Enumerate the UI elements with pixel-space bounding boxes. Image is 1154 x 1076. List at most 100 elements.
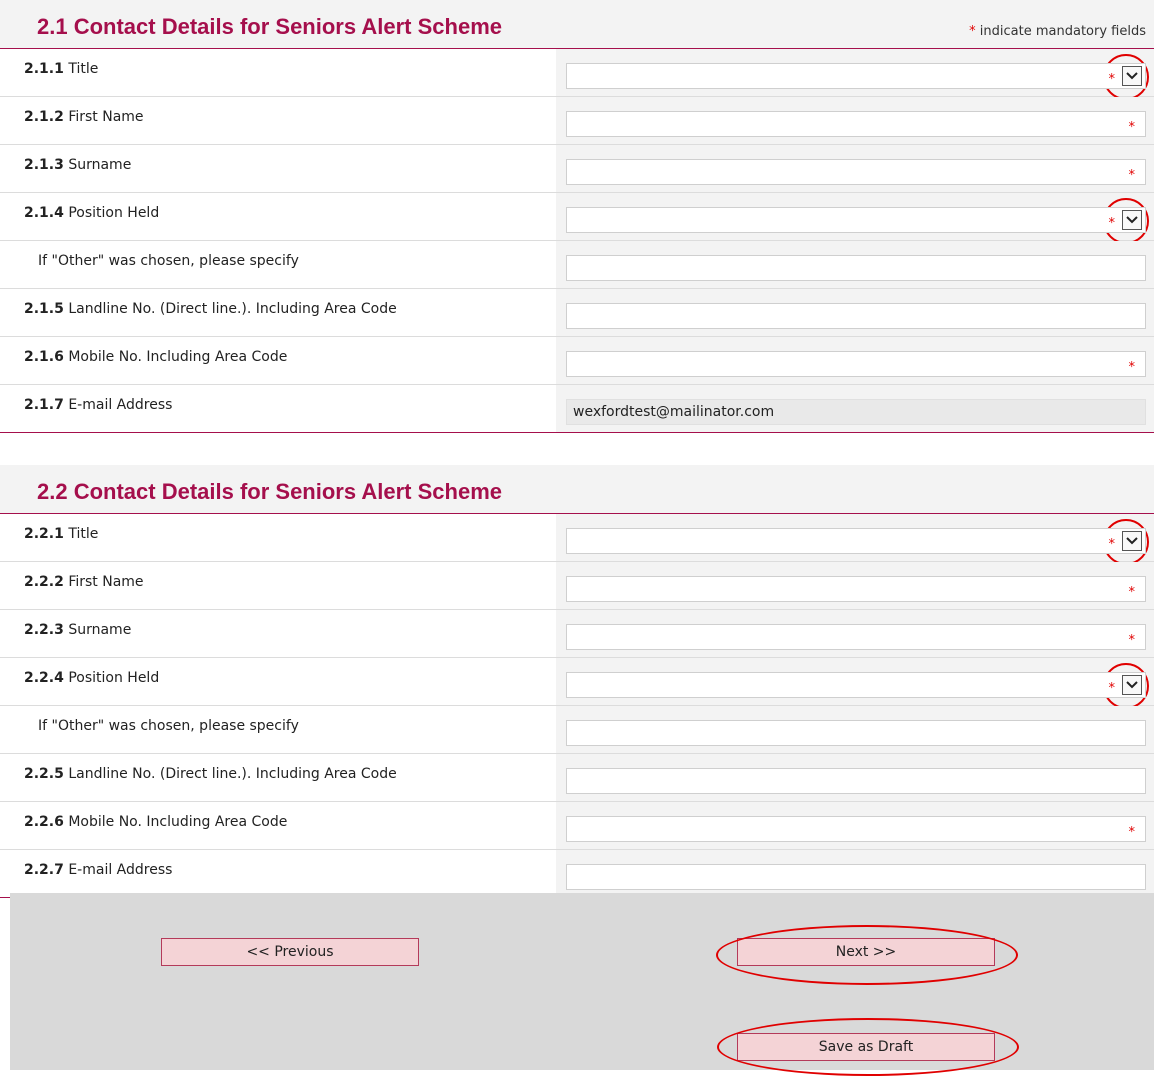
field-label-text: E-mail Address (68, 397, 173, 413)
required-asterisk: * (1128, 360, 1136, 375)
text-input[interactable]: * (566, 351, 1146, 377)
form-row: If "Other" was chosen, please specify (0, 706, 1154, 754)
required-asterisk: * (1128, 585, 1136, 600)
field-number: 2.2.7 (24, 862, 64, 878)
field-label: 2.2.3 Surname (24, 622, 554, 638)
text-input[interactable]: * (566, 816, 1146, 842)
required-asterisk: * (1108, 681, 1116, 696)
field-label-text: Title (68, 526, 99, 542)
mandatory-note-text: indicate mandatory fields (979, 24, 1146, 39)
form-row: 2.1.6 Mobile No. Including Area Code * (0, 337, 1154, 385)
section-2-2-rows: 2.2.1 Title * 2.2.2 First Name * 2.2.3 Surna… (0, 514, 1154, 898)
field-number: 2.1.2 (24, 109, 64, 125)
section-title: 2.2 Contact Details for Seniors Alert Sc… (37, 479, 502, 504)
form-row: 2.2.3 Surname * (0, 610, 1154, 658)
field-label: 2.1.4 Position Held (24, 205, 554, 221)
field-label-text: Surname (68, 157, 132, 173)
section-title: 2.1 Contact Details for Seniors Alert Sc… (37, 14, 502, 39)
text-input[interactable] (566, 864, 1146, 890)
field-label: 2.1.7 E-mail Address (24, 397, 554, 413)
chevron-down-icon[interactable] (1122, 66, 1142, 86)
section-header: 2.1 Contact Details for Seniors Alert Sc… (0, 0, 1154, 49)
form-row: 2.1.2 First Name * (0, 97, 1154, 145)
field-label: 2.1.3 Surname (24, 157, 554, 173)
field-label-text: First Name (68, 109, 144, 125)
field-label: 2.2.5 Landline No. (Direct line.). Inclu… (24, 766, 554, 782)
form-row: 2.2.2 First Name * (0, 562, 1154, 610)
field-label-text: First Name (68, 574, 144, 590)
field-label: 2.2.6 Mobile No. Including Area Code (24, 814, 554, 830)
mandatory-note: * indicate mandatory fields (969, 24, 1146, 39)
required-asterisk: * (1128, 168, 1136, 183)
field-label-text: Landline No. (Direct line.). Including A… (68, 301, 397, 317)
field-label-text: If "Other" was chosen, please specify (38, 718, 299, 734)
field-number: 2.1.3 (24, 157, 64, 173)
required-asterisk: * (1128, 633, 1136, 648)
field-number: 2.2.6 (24, 814, 64, 830)
form-row: 2.2.7 E-mail Address (0, 850, 1154, 898)
field-label-text: Position Held (68, 205, 160, 221)
field-number: 2.1.7 (24, 397, 64, 413)
field-value: wexfordtest@mailinator.com (573, 404, 775, 420)
required-asterisk: * (1108, 537, 1116, 552)
select-field[interactable]: * (566, 63, 1146, 89)
field-label: 2.1.2 First Name (24, 109, 554, 125)
text-input[interactable]: * (566, 624, 1146, 650)
field-label-text: Title (68, 61, 99, 77)
select-field[interactable]: * (566, 207, 1146, 233)
text-input[interactable] (566, 720, 1146, 746)
field-label-text: If "Other" was chosen, please specify (38, 253, 299, 269)
field-label-text: Position Held (68, 670, 160, 686)
form-row: 2.1.4 Position Held * (0, 193, 1154, 244)
field-label: If "Other" was chosen, please specify (38, 253, 568, 269)
previous-button[interactable]: << Previous (161, 938, 419, 966)
text-input[interactable] (566, 255, 1146, 281)
save-draft-button[interactable]: Save as Draft (737, 1033, 995, 1061)
section-header: 2.2 Contact Details for Seniors Alert Sc… (0, 465, 1154, 514)
form-row: 2.2.5 Landline No. (Direct line.). Inclu… (0, 754, 1154, 802)
mandatory-star: * (969, 24, 976, 39)
field-number: 2.1.5 (24, 301, 64, 317)
chevron-down-icon[interactable] (1122, 210, 1142, 230)
form-row: 2.1.5 Landline No. (Direct line.). Inclu… (0, 289, 1154, 337)
chevron-down-icon[interactable] (1122, 675, 1142, 695)
chevron-down-icon[interactable] (1122, 531, 1142, 551)
field-number: 2.2.3 (24, 622, 64, 638)
field-label: 2.1.6 Mobile No. Including Area Code (24, 349, 554, 365)
section-2-1: 2.1 Contact Details for Seniors Alert Sc… (0, 0, 1154, 433)
required-asterisk: * (1128, 120, 1136, 135)
required-asterisk: * (1108, 72, 1116, 87)
field-number: 2.2.5 (24, 766, 64, 782)
form-row: 2.1.7 E-mail Address wexfordtest@mailinat… (0, 385, 1154, 433)
field-label: 2.1.5 Landline No. (Direct line.). Inclu… (24, 301, 554, 317)
field-number: 2.1.6 (24, 349, 64, 365)
field-label-text: E-mail Address (68, 862, 173, 878)
form-row: 2.2.6 Mobile No. Including Area Code * (0, 802, 1154, 850)
next-button[interactable]: Next >> (737, 938, 995, 966)
field-label-text: Surname (68, 622, 132, 638)
field-label: If "Other" was chosen, please specify (38, 718, 568, 734)
text-input[interactable]: * (566, 111, 1146, 137)
field-number: 2.2.2 (24, 574, 64, 590)
select-field[interactable]: * (566, 672, 1146, 698)
form-row: 2.1.3 Surname * (0, 145, 1154, 193)
text-input[interactable]: * (566, 159, 1146, 185)
text-input[interactable]: * (566, 576, 1146, 602)
field-label: 2.2.1 Title (24, 526, 554, 542)
footer-actions: << Previous Next >> Save as Draft (10, 893, 1154, 1070)
section-2-2: 2.2 Contact Details for Seniors Alert Sc… (0, 465, 1154, 898)
select-field[interactable]: * (566, 528, 1146, 554)
form-row: 2.1.1 Title * (0, 49, 1154, 100)
field-label: 2.2.2 First Name (24, 574, 554, 590)
field-label-text: Mobile No. Including Area Code (68, 349, 288, 365)
field-number: 2.2.1 (24, 526, 64, 542)
required-asterisk: * (1108, 216, 1116, 231)
field-label: 2.2.7 E-mail Address (24, 862, 554, 878)
text-input[interactable] (566, 768, 1146, 794)
field-number: 2.2.4 (24, 670, 64, 686)
field-label-text: Mobile No. Including Area Code (68, 814, 288, 830)
field-number: 2.1.1 (24, 61, 64, 77)
field-label: 2.2.4 Position Held (24, 670, 554, 686)
section-2-1-rows: 2.1.1 Title * 2.1.2 First Name * 2.1.3 Surna… (0, 49, 1154, 433)
text-input[interactable] (566, 303, 1146, 329)
